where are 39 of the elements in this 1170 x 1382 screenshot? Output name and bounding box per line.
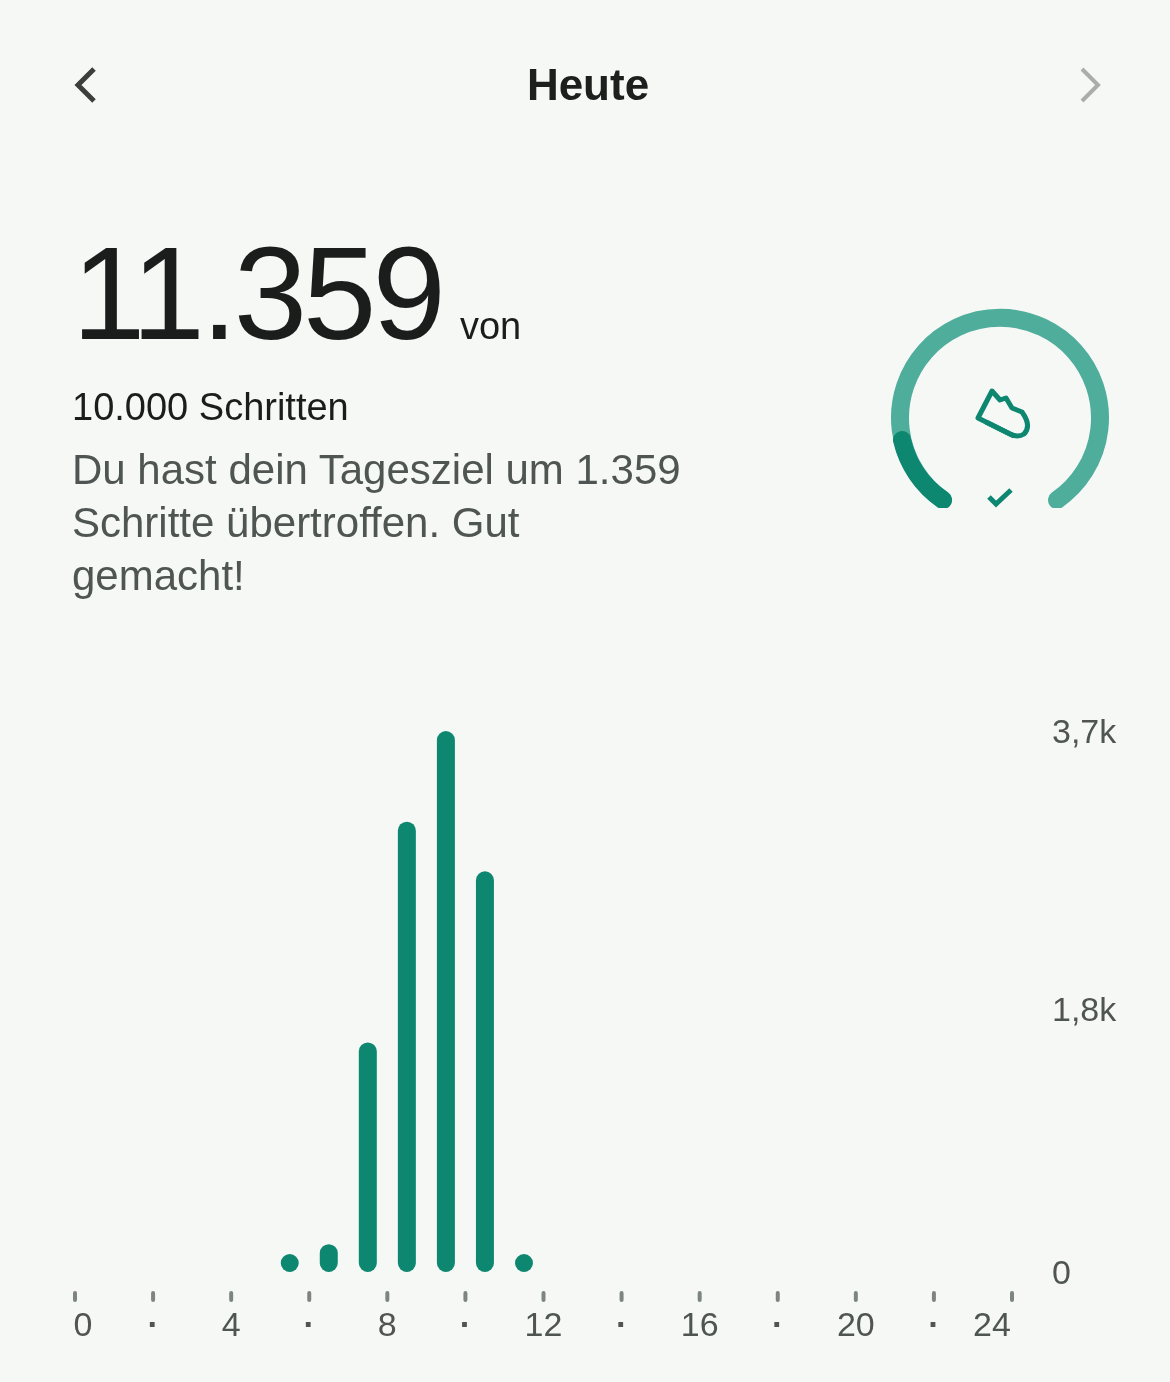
step-bar [515,1254,533,1272]
x-axis-label: · [615,1305,628,1343]
x-tick-mark [73,1291,77,1302]
x-axis-label: 8 [377,1305,397,1343]
goal-label: 10.000 Schritten [72,386,350,429]
y-axis-label: 1,8k [1052,989,1117,1028]
goal-message: Du hast dein Tagesziel um 1.359 Schritte übertroffen. Gut gemacht! [72,445,682,601]
step-bar [280,1254,299,1272]
x-tick-mark [229,1291,234,1302]
x-tick-mark [619,1291,624,1302]
x-tick-mark [385,1291,390,1302]
x-tick-mark [1010,1291,1014,1302]
of-label: von [459,305,522,348]
x-axis-label: · [147,1305,159,1343]
day-title: Heute [526,60,650,110]
x-tick-mark [307,1291,312,1302]
x-axis-label: 20 [836,1305,875,1343]
x-tick-mark [931,1291,936,1302]
shoe-icon [975,388,1031,439]
x-axis-label: 4 [221,1305,241,1343]
check-icon [987,488,1013,508]
x-tick-mark [541,1291,546,1302]
x-tick-mark [463,1291,468,1302]
x-axis-label: · [772,1305,784,1343]
step-count: 11.359 [72,228,442,360]
y-axis-label: 0 [1052,1253,1071,1291]
x-axis-label: 12 [524,1305,563,1343]
x-axis-label: 0 [73,1305,93,1343]
x-tick-mark [853,1291,858,1302]
x-tick-mark [151,1291,156,1302]
y-axis-label: 3,7k [1052,712,1117,750]
x-axis-label: 16 [680,1305,719,1343]
x-axis-label: 24 [973,1305,1011,1343]
x-axis-label: · [303,1305,315,1343]
x-axis-label: · [459,1305,472,1343]
x-tick-mark [697,1291,702,1302]
x-axis-label: · [928,1305,940,1343]
x-tick-mark [775,1291,780,1302]
step-bar [319,1244,338,1272]
